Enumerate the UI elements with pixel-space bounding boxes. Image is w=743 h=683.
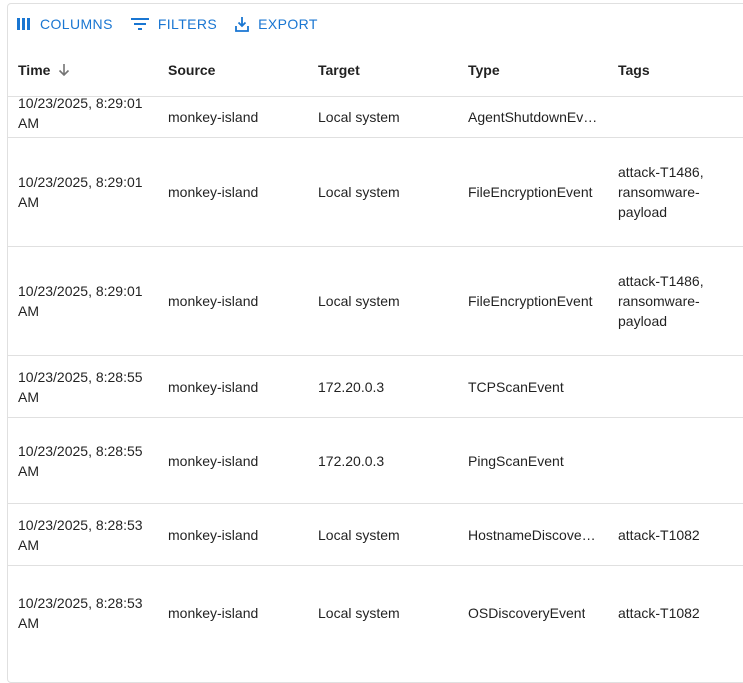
table-row[interactable]: 10/23/2025, 8:28:53 AM monkey-island Loc…	[8, 566, 743, 674]
cell-target: 172.20.0.3	[318, 452, 385, 469]
column-header-type[interactable]: Type	[468, 44, 500, 96]
cell-source: monkey-island	[168, 109, 259, 125]
table-row[interactable]: 10/23/2025, 8:28:55 AM monkey-island 172…	[8, 356, 743, 418]
column-header-target-label: Target	[318, 62, 360, 78]
filters-label: FILTERS	[157, 16, 218, 32]
table-row[interactable]: 10/23/2025, 8:29:01 AM monkey-island Loc…	[8, 247, 743, 356]
cell-time: 10/23/2025, 8:28:53 AM	[18, 516, 143, 553]
cell-time: 10/23/2025, 8:29:01 AM	[18, 283, 143, 319]
cell-time: 10/23/2025, 8:29:01 AM	[18, 174, 143, 210]
cell-time: 10/23/2025, 8:28:55 AM	[18, 442, 143, 479]
column-header-source-label: Source	[168, 62, 216, 78]
cell-target: Local system	[318, 109, 400, 125]
column-header-source[interactable]: Source	[168, 44, 215, 96]
column-header-tags-label: Tags	[618, 62, 650, 78]
cell-type-text: FileEncryptionEvent	[468, 293, 593, 309]
filter-icon	[130, 18, 149, 30]
cell-tags	[618, 97, 718, 137]
cell-type: AgentShutdownEvent	[468, 97, 603, 137]
export-button[interactable]: EXPORT	[229, 9, 324, 39]
table-row[interactable]: 10/23/2025, 8:29:01 AM monkey-island Loc…	[8, 138, 743, 247]
cell-type: OSDiscoveryEvent	[468, 566, 603, 660]
columns-icon	[17, 18, 30, 30]
cell-source: monkey-island	[168, 293, 259, 309]
cell-target: 172.20.0.3	[318, 378, 385, 395]
columns-label: COLUMNS	[40, 16, 113, 32]
cell-target: Local system	[318, 293, 400, 309]
table-row[interactable]: 10/23/2025, 8:29:01 AM monkey-island Loc…	[8, 95, 743, 138]
cell-tags: attack-T1486, ransomware-payload	[618, 273, 704, 329]
column-header-time[interactable]: Time	[18, 44, 70, 96]
columns-button[interactable]: COLUMNS	[11, 9, 119, 39]
cell-type-text: HostnameDiscoveryEvent	[468, 526, 600, 543]
cell-type-text: FileEncryptionEvent	[468, 184, 593, 200]
export-label: EXPORT	[258, 16, 318, 32]
column-header-row: Time Source Target Type Tags	[8, 44, 743, 97]
arrow-down-icon[interactable]	[58, 63, 70, 77]
cell-type-text: PingScanEvent	[468, 452, 564, 469]
cell-source: monkey-island	[168, 526, 259, 543]
cell-source: monkey-island	[168, 184, 259, 200]
table-row[interactable]: 10/23/2025, 8:28:53 AM monkey-island Loc…	[8, 504, 743, 566]
cell-source: monkey-island	[168, 378, 259, 395]
cell-time: 10/23/2025, 8:28:53 AM	[18, 595, 143, 631]
cell-target: Local system	[318, 526, 400, 543]
cell-target: Local system	[318, 184, 400, 200]
events-data-grid: COLUMNS FILTERS EXPORT Time Source Targe…	[7, 3, 743, 683]
cell-type-text: TCPScanEvent	[468, 378, 564, 395]
column-header-tags[interactable]: Tags	[618, 44, 650, 96]
column-header-time-label: Time	[18, 62, 51, 78]
cell-tags	[618, 418, 718, 503]
cell-type-text: OSDiscoveryEvent	[468, 605, 586, 621]
cell-type: TCPScanEvent	[468, 356, 603, 417]
cell-tags: attack-T1082	[618, 605, 700, 621]
table-row[interactable]: 10/23/2025, 8:28:55 AM monkey-island 172…	[8, 418, 743, 504]
cell-type: FileEncryptionEvent	[468, 138, 603, 246]
cell-tags: attack-T1486, ransomware-payload	[618, 164, 704, 220]
cell-source: monkey-island	[168, 452, 259, 469]
column-header-target[interactable]: Target	[318, 44, 360, 96]
grid-toolbar: COLUMNS FILTERS EXPORT	[8, 4, 330, 44]
cell-time: 10/23/2025, 8:29:01 AM	[18, 95, 143, 131]
cell-type: FileEncryptionEvent	[468, 247, 603, 355]
column-header-type-label: Type	[468, 62, 500, 78]
cell-tags: attack-T1082	[618, 526, 700, 543]
cell-target: Local system	[318, 605, 400, 621]
filters-button[interactable]: FILTERS	[125, 9, 223, 39]
cell-tags	[618, 356, 718, 417]
cell-type: HostnameDiscoveryEvent	[468, 504, 603, 565]
cell-source: monkey-island	[168, 605, 259, 621]
cell-time: 10/23/2025, 8:28:55 AM	[18, 368, 143, 405]
cell-type: PingScanEvent	[468, 418, 603, 503]
cell-type-text: AgentShutdownEvent	[468, 109, 600, 125]
download-icon	[235, 16, 250, 32]
